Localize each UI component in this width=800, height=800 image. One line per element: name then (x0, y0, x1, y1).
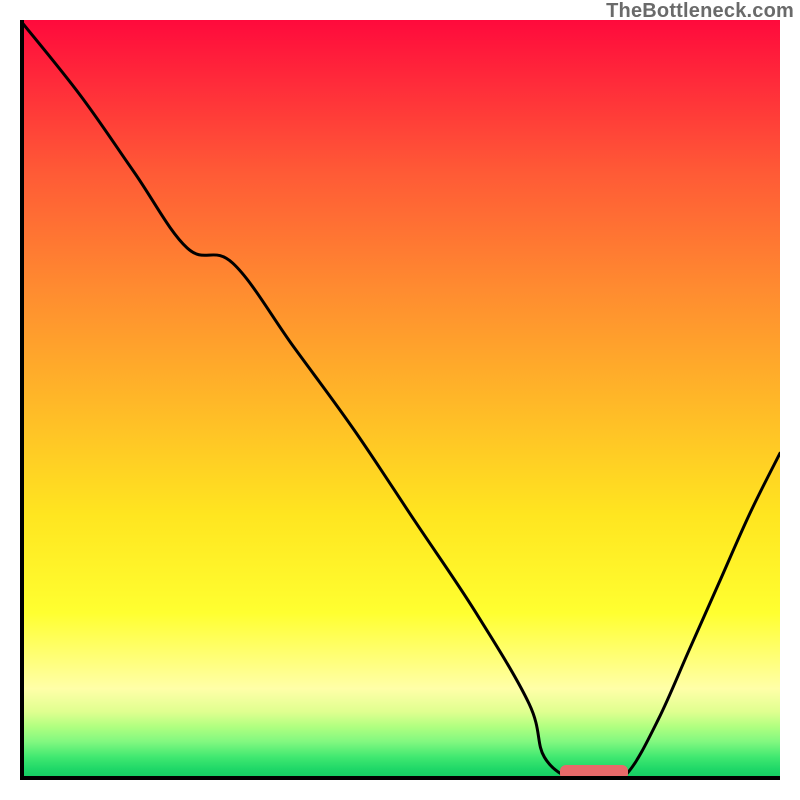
chart-gradient-background (20, 20, 780, 780)
optimal-marker (560, 765, 628, 780)
watermark-text: TheBottleneck.com (606, 0, 794, 23)
bottleneck-chart: TheBottleneck.com (0, 0, 800, 800)
